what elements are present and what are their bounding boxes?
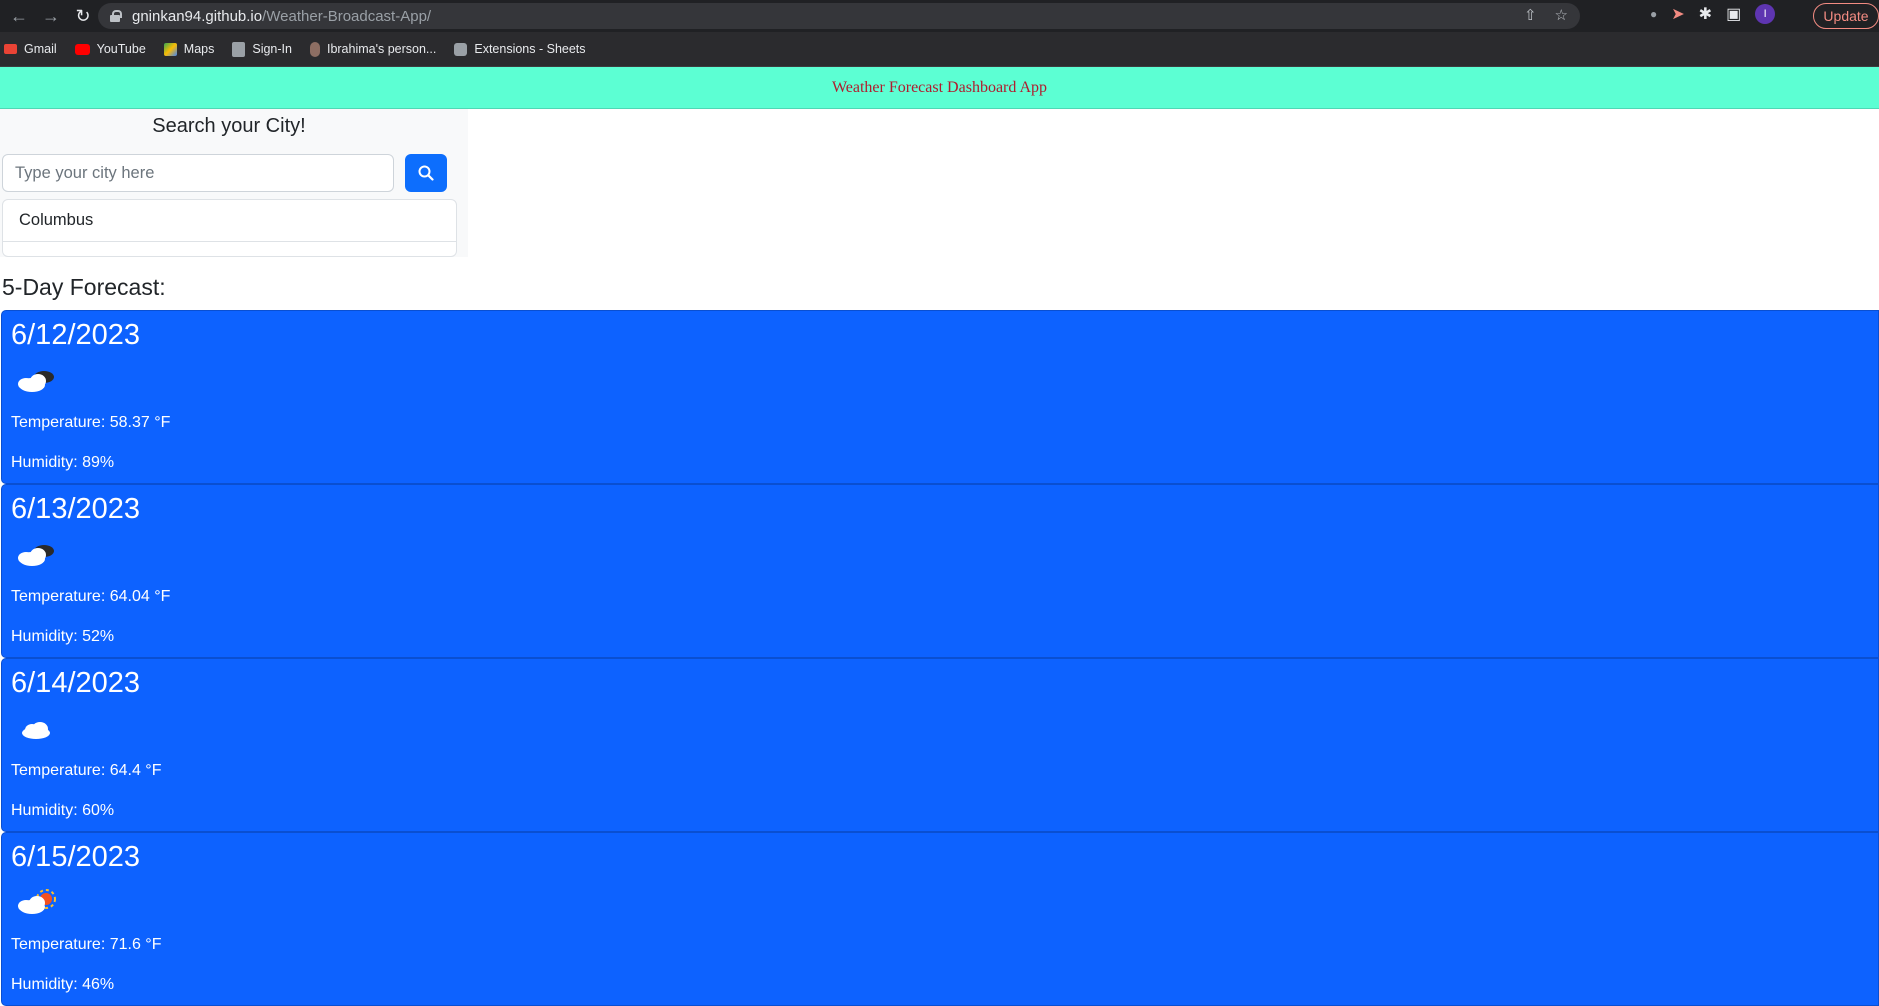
forecast-temperature: Temperature: 58.37 °F — [11, 414, 171, 431]
bookmark-maps[interactable]: Maps — [163, 42, 215, 56]
bookmark-personal[interactable]: Ibrahima's person... — [309, 41, 437, 57]
extensions-puzzle-icon[interactable]: ✱ — [1699, 4, 1712, 24]
search-title: Search your City! — [152, 115, 306, 137]
avatar-icon — [309, 41, 320, 57]
forecast-card: 6/15/2023 Temperature: 71.6 °F Humidity:… — [1, 832, 1879, 1006]
city-search-input[interactable] — [2, 154, 394, 192]
forecast-temperature: Temperature: 64.04 °F — [11, 588, 171, 605]
history-item-columbus[interactable]: Columbus — [3, 200, 456, 242]
share-icon[interactable]: ⇧ — [1524, 6, 1537, 24]
bookmark-label: Extensions - Sheets — [474, 42, 586, 56]
forecast-card: 6/13/2023 Temperature: 64.04 °F Humidity… — [1, 484, 1879, 658]
search-history-list: Columbus — [2, 199, 457, 257]
extension-mic-icon[interactable]: ● — [1650, 7, 1657, 21]
search-icon — [418, 165, 434, 181]
search-button[interactable] — [405, 154, 447, 192]
cloud-icon — [22, 722, 50, 739]
bookmark-label: YouTube — [96, 42, 146, 56]
side-panel-icon[interactable]: ▣ — [1726, 4, 1741, 24]
bookmark-label: Maps — [183, 42, 215, 56]
bookmark-label: Gmail — [24, 42, 57, 56]
app-header: Weather Forecast Dashboard App — [0, 67, 1879, 109]
search-panel: Search your City! Columbus — [0, 109, 468, 257]
forecast-date: 6/14/2023 — [11, 667, 141, 699]
forecast-humidity: Humidity: 60% — [11, 802, 115, 819]
url-host: gninkan94.github.io — [132, 7, 263, 25]
profile-avatar[interactable]: I — [1755, 4, 1776, 24]
bookmark-sign-in[interactable]: Sign-In — [232, 41, 292, 57]
reload-icon[interactable]: ↻ — [70, 3, 96, 29]
bookmark-extensions-sheets[interactable]: Extensions - Sheets — [454, 42, 586, 56]
forecast-temperature: Temperature: 64.4 °F — [11, 762, 162, 779]
puzzle-icon — [454, 42, 468, 56]
bookmark-youtube[interactable]: YouTube — [74, 42, 146, 56]
url-path: /Weather-Broadcast-App/ — [262, 7, 432, 25]
page-title: Weather Forecast Dashboard App — [831, 78, 1048, 96]
lock-icon — [110, 10, 122, 22]
forecast-heading: 5-Day Forecast: — [2, 274, 166, 300]
bookmark-star-icon[interactable]: ☆ — [1555, 6, 1568, 24]
cloud-night-icon — [18, 371, 54, 392]
bookmark-label: Ibrahima's person... — [326, 42, 437, 56]
cloud-night-icon — [18, 545, 54, 566]
forecast-date: 6/13/2023 — [11, 493, 141, 525]
forecast-temperature: Temperature: 71.6 °F — [11, 936, 162, 953]
forward-arrow-icon[interactable]: → — [38, 3, 64, 29]
forecast-card: 6/14/2023 Temperature: 64.4 °F Humidity:… — [1, 658, 1879, 832]
forecast-card: 6/12/2023 Temperature: 58.37 °F Humidity… — [1, 310, 1879, 484]
gmail-icon — [4, 44, 17, 54]
extension-record-icon[interactable]: ➤ — [1671, 4, 1684, 24]
forecast-humidity: Humidity: 52% — [11, 628, 115, 645]
youtube-icon — [74, 43, 90, 55]
bookmark-label: Sign-In — [252, 42, 292, 56]
document-icon — [232, 41, 246, 57]
update-button[interactable]: Update — [1813, 3, 1879, 29]
address-bar[interactable]: gninkan94.github.io/Weather-Broadcast-Ap… — [98, 3, 1580, 29]
cloud-sun-icon — [18, 889, 56, 914]
forecast-humidity: Humidity: 89% — [11, 454, 115, 471]
bookmarks-bar: Gmail YouTube Maps Sign-In Ibrahima's pe… — [0, 32, 1879, 67]
forecast-date: 6/15/2023 — [11, 841, 141, 873]
maps-icon — [163, 42, 177, 56]
browser-toolbar: ← → ↻ gninkan94.github.io/Weather-Broadc… — [0, 0, 1879, 32]
forecast-list: 6/12/2023 Temperature: 58.37 °F Humidity… — [1, 310, 1879, 1006]
forecast-date: 6/12/2023 — [11, 319, 141, 351]
back-arrow-icon[interactable]: ← — [6, 3, 32, 29]
bookmark-gmail[interactable]: Gmail — [4, 42, 57, 56]
